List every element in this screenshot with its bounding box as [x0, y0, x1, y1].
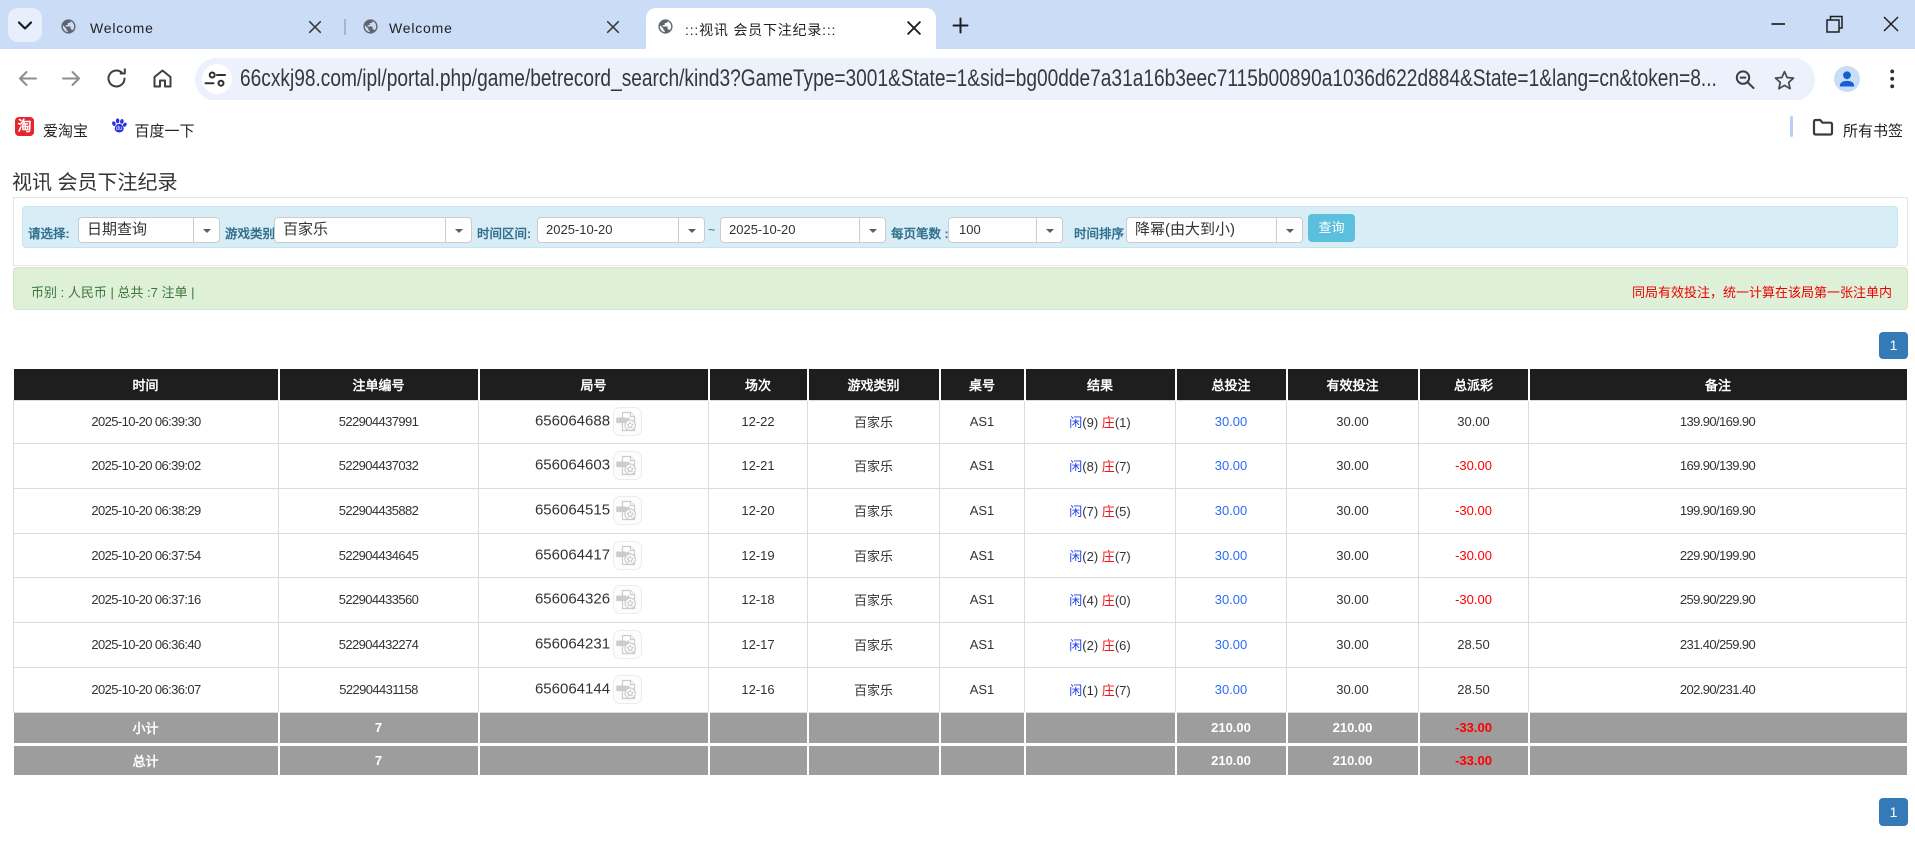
svg-text:du: du — [116, 126, 123, 132]
